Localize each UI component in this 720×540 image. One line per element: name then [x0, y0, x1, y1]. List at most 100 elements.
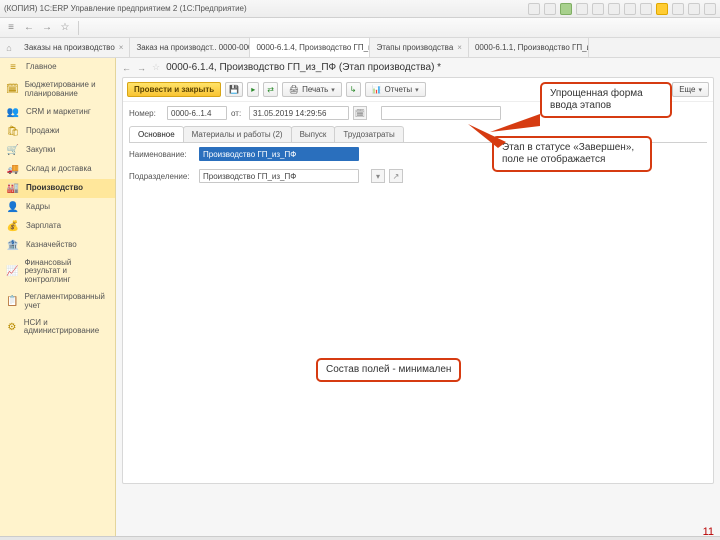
date-field[interactable]: 31.05.2019 14:29:56 — [249, 106, 349, 120]
minimize-icon[interactable] — [672, 3, 684, 15]
fwd-icon[interactable]: → — [137, 63, 146, 73]
star-icon[interactable]: ☆ — [152, 62, 160, 73]
sidebar-item-label: Склад и доставка — [26, 165, 92, 174]
sidebar-item[interactable]: 🗓Бюджетирование и планирование — [0, 77, 115, 103]
titlebar-icon[interactable] — [528, 3, 540, 15]
sidebar-item[interactable]: ⚙НСИ и администрирование — [0, 315, 115, 341]
star-icon[interactable]: ☆ — [58, 21, 72, 35]
nav-fwd-icon[interactable]: → — [40, 21, 54, 35]
page-title: 0000-6.1.4, Производство ГП_из_ПФ (Этап … — [166, 62, 441, 73]
sidebar-item[interactable]: 🚚Склад и доставка — [0, 160, 115, 179]
list-icon: ≡ — [6, 62, 20, 73]
titlebar-icon[interactable] — [560, 3, 572, 15]
titlebar-icon[interactable] — [592, 3, 604, 15]
inner-tab-materials[interactable]: Материалы и работы (2) — [183, 126, 292, 142]
money-icon: 💰 — [6, 221, 20, 232]
tab-label: Выпуск — [300, 130, 327, 139]
app-tab[interactable]: 0000-6.1.1, Производство ГП_и..× — [469, 38, 589, 57]
toggle-button[interactable]: ⇄ — [263, 82, 278, 97]
sidebar-item[interactable]: 🛒Закупки — [0, 141, 115, 160]
nav-back-icon[interactable]: ← — [22, 21, 36, 35]
app-toolbar: ≡ ← → ☆ — [0, 18, 720, 38]
bank-icon: 🏦 — [6, 240, 20, 251]
chevron-down-icon: ▾ — [698, 86, 702, 94]
tab-label: Трудозатраты — [343, 130, 394, 139]
home-tab[interactable]: ⌂ — [0, 38, 18, 57]
breadcrumb: ← → ☆ 0000-6.1.4, Производство ГП_из_ПФ … — [116, 58, 720, 77]
chevron-down-icon: ▾ — [415, 86, 419, 94]
podr-label: Подразделение: — [129, 172, 195, 181]
sidebar-item[interactable]: 📋Регламентированный учет — [0, 289, 115, 315]
post-and-close-button[interactable]: Провести и закрыть — [127, 82, 221, 97]
titlebar-icon[interactable] — [624, 3, 636, 15]
sidebar-item-label: Бюджетирование и планирование — [25, 81, 109, 99]
callout-pointer — [468, 124, 506, 150]
sidebar-item[interactable]: 💰Зарплата — [0, 217, 115, 236]
cart-icon: 🛒 — [6, 145, 20, 156]
titlebar-icon[interactable] — [544, 3, 556, 15]
close-icon[interactable]: × — [119, 43, 124, 52]
titlebar-icon[interactable] — [576, 3, 588, 15]
sidebar-item[interactable]: ≡Главное — [0, 58, 115, 77]
app-tab-label: Заказ на производст.. 0000-000000 — [136, 43, 250, 52]
naim-label: Наименование: — [129, 150, 195, 159]
sidebar-item[interactable]: 🏭 Производство — [0, 179, 115, 198]
post-button[interactable]: ▸ — [247, 82, 259, 97]
sidebar-item-label: Кадры — [26, 203, 50, 212]
dropdown-icon[interactable]: ▾ — [371, 169, 385, 183]
menu-icon[interactable]: ≡ — [4, 21, 18, 35]
window-title: (КОПИЯ) 1С:ERP Управление предприятием 2… — [4, 4, 247, 13]
status-field[interactable] — [381, 106, 501, 120]
app-tab[interactable]: Заказ на производст.. 0000-000000× — [130, 38, 250, 57]
reports-button[interactable]: 📊 Отчеты ▾ — [365, 82, 426, 97]
content-area: ← → ☆ 0000-6.1.4, Производство ГП_из_ПФ … — [116, 58, 720, 540]
sidebar-item[interactable]: 🛍Продажи — [0, 122, 115, 141]
more-button[interactable]: Еще ▾ — [672, 82, 709, 97]
save-button[interactable]: 💾 — [225, 82, 243, 97]
date-label: от: — [231, 109, 245, 118]
inner-tab-labor[interactable]: Трудозатраты — [334, 126, 403, 142]
field-value: Производство ГП_из_ПФ — [203, 172, 296, 181]
print-button[interactable]: 🖨 Печать ▾ — [282, 82, 342, 97]
app-tab[interactable]: Этапы производства× — [370, 38, 469, 57]
callout-text: Упрощенная форма ввода этапов — [550, 88, 643, 111]
field-value: 0000-6..1.4 — [171, 109, 211, 118]
m-icon[interactable] — [656, 3, 668, 15]
sidebar-item-label: Финансовый результат и контроллинг — [24, 259, 109, 285]
podrazdelenie-field[interactable]: Производство ГП_из_ПФ — [199, 169, 359, 183]
number-label: Номер: — [129, 109, 163, 118]
app-tab[interactable]: Заказы на производство × — [18, 38, 130, 57]
app-tab-label: Заказы на производство — [24, 43, 115, 52]
open-icon[interactable]: ↗ — [389, 169, 403, 183]
app-tab[interactable]: 0000-6.1.4, Производство ГП_из..× — [250, 38, 370, 57]
factory-icon: 🏭 — [6, 183, 20, 194]
sidebar-item-label: Регламентированный учет — [24, 293, 109, 311]
field-value: 31.05.2019 14:29:56 — [253, 109, 326, 118]
callout-minimal-fields: Состав полей - минимален — [316, 358, 461, 382]
sidebar-item[interactable]: 👥CRM и маркетинг — [0, 103, 115, 122]
tab-label: Основное — [138, 130, 175, 139]
inner-tab-main[interactable]: Основное — [129, 126, 184, 142]
inner-tab-output[interactable]: Выпуск — [291, 126, 336, 142]
titlebar-icon[interactable] — [640, 3, 652, 15]
calendar-icon[interactable]: 🗓 — [353, 106, 367, 120]
callout-text: Этап в статусе «Завершен», поле не отобр… — [502, 142, 634, 165]
sidebar-item[interactable]: 👤Кадры — [0, 198, 115, 217]
button-label: Отчеты — [384, 85, 412, 94]
sidebar-item-label: Производство — [26, 184, 83, 193]
chart-icon: 📈 — [6, 266, 18, 277]
sidebar-item[interactable]: 📈 Финансовый результат и контроллинг — [0, 255, 115, 289]
close-icon[interactable] — [704, 3, 716, 15]
button-label: Провести и закрыть — [134, 85, 214, 94]
sales-icon: 🛍 — [6, 126, 20, 137]
titlebar-icon[interactable] — [608, 3, 620, 15]
button-label: Печать — [302, 85, 328, 94]
back-icon[interactable]: ← — [122, 63, 131, 73]
naimenovanie-field[interactable]: Производство ГП_из_ПФ — [199, 147, 359, 161]
arrow-button[interactable]: ↳ — [346, 82, 361, 97]
close-icon[interactable]: × — [457, 43, 462, 52]
field-value: Производство ГП_из_ПФ — [203, 150, 296, 159]
sidebar-item[interactable]: 🏦Казначейство — [0, 236, 115, 255]
maximize-icon[interactable] — [688, 3, 700, 15]
number-field[interactable]: 0000-6..1.4 — [167, 106, 227, 120]
